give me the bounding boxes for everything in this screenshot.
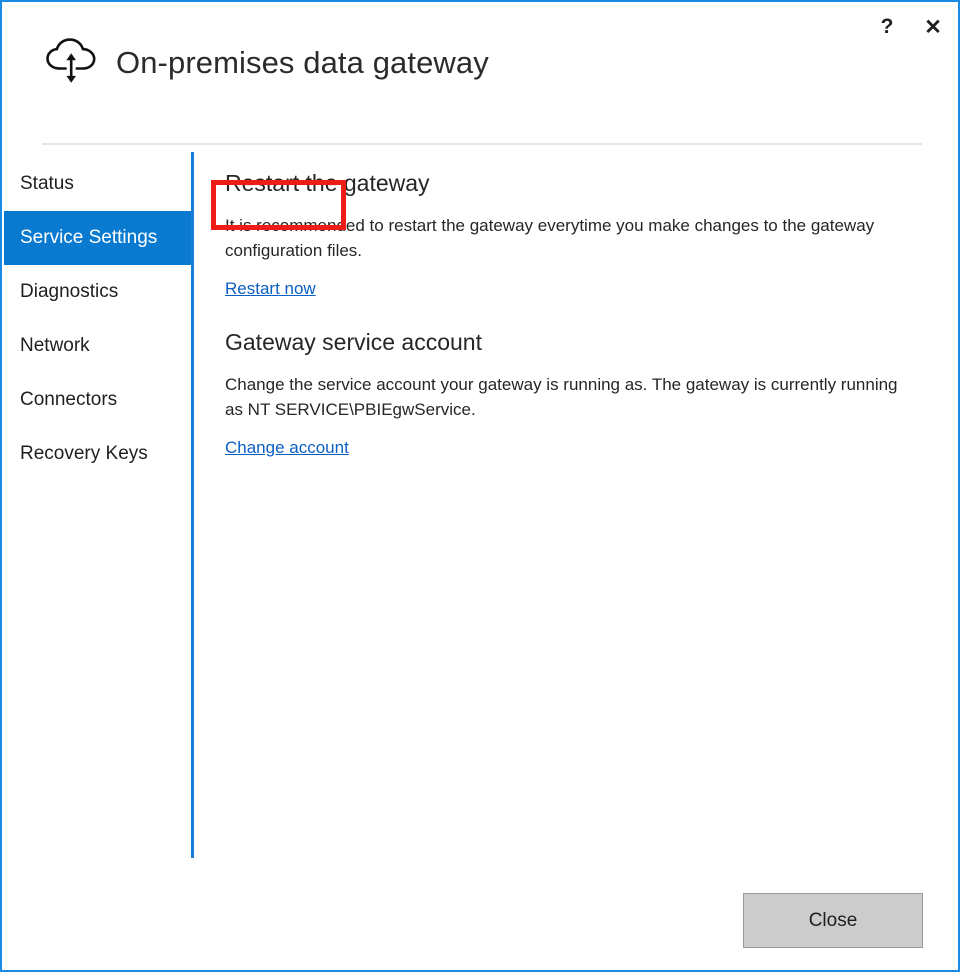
restart-link-row: Restart now	[225, 279, 925, 299]
sidebar-item-recovery-keys[interactable]: Recovery Keys	[4, 427, 191, 481]
account-section-heading: Gateway service account	[225, 329, 925, 356]
restart-gateway-section: Restart the gateway It is recommended to…	[225, 170, 925, 299]
app-header: On-premises data gateway	[2, 24, 958, 102]
header-divider	[42, 143, 922, 145]
app-window: ? ✕ On-premises data gateway Status Serv…	[0, 0, 960, 972]
sidebar-item-network[interactable]: Network	[4, 319, 191, 373]
sidebar-divider	[191, 152, 194, 858]
sidebar-item-label: Recovery Keys	[20, 443, 148, 465]
account-section-body: Change the service account your gateway …	[225, 372, 917, 422]
sidebar-item-label: Service Settings	[20, 227, 157, 249]
footer-bar: Close	[2, 893, 958, 948]
page-title: On-premises data gateway	[116, 45, 489, 81]
cloud-sync-icon	[40, 34, 102, 92]
sidebar-nav: Status Service Settings Diagnostics Netw…	[4, 157, 191, 481]
sidebar-item-diagnostics[interactable]: Diagnostics	[4, 265, 191, 319]
sidebar-item-label: Status	[20, 173, 74, 195]
sidebar-item-label: Connectors	[20, 389, 117, 411]
sidebar-item-service-settings[interactable]: Service Settings	[4, 211, 191, 265]
main-content: Restart the gateway It is recommended to…	[225, 170, 925, 458]
restart-section-heading: Restart the gateway	[225, 170, 925, 197]
change-account-link-row: Change account	[225, 438, 925, 458]
restart-section-body: It is recommended to restart the gateway…	[225, 213, 917, 263]
sidebar-item-label: Diagnostics	[20, 281, 118, 303]
change-account-link[interactable]: Change account	[225, 438, 349, 458]
sidebar-item-connectors[interactable]: Connectors	[4, 373, 191, 427]
restart-now-link[interactable]: Restart now	[225, 279, 316, 299]
sidebar-item-status[interactable]: Status	[4, 157, 191, 211]
gateway-service-account-section: Gateway service account Change the servi…	[225, 329, 925, 458]
close-button[interactable]: Close	[743, 893, 923, 948]
sidebar-item-label: Network	[20, 335, 90, 357]
